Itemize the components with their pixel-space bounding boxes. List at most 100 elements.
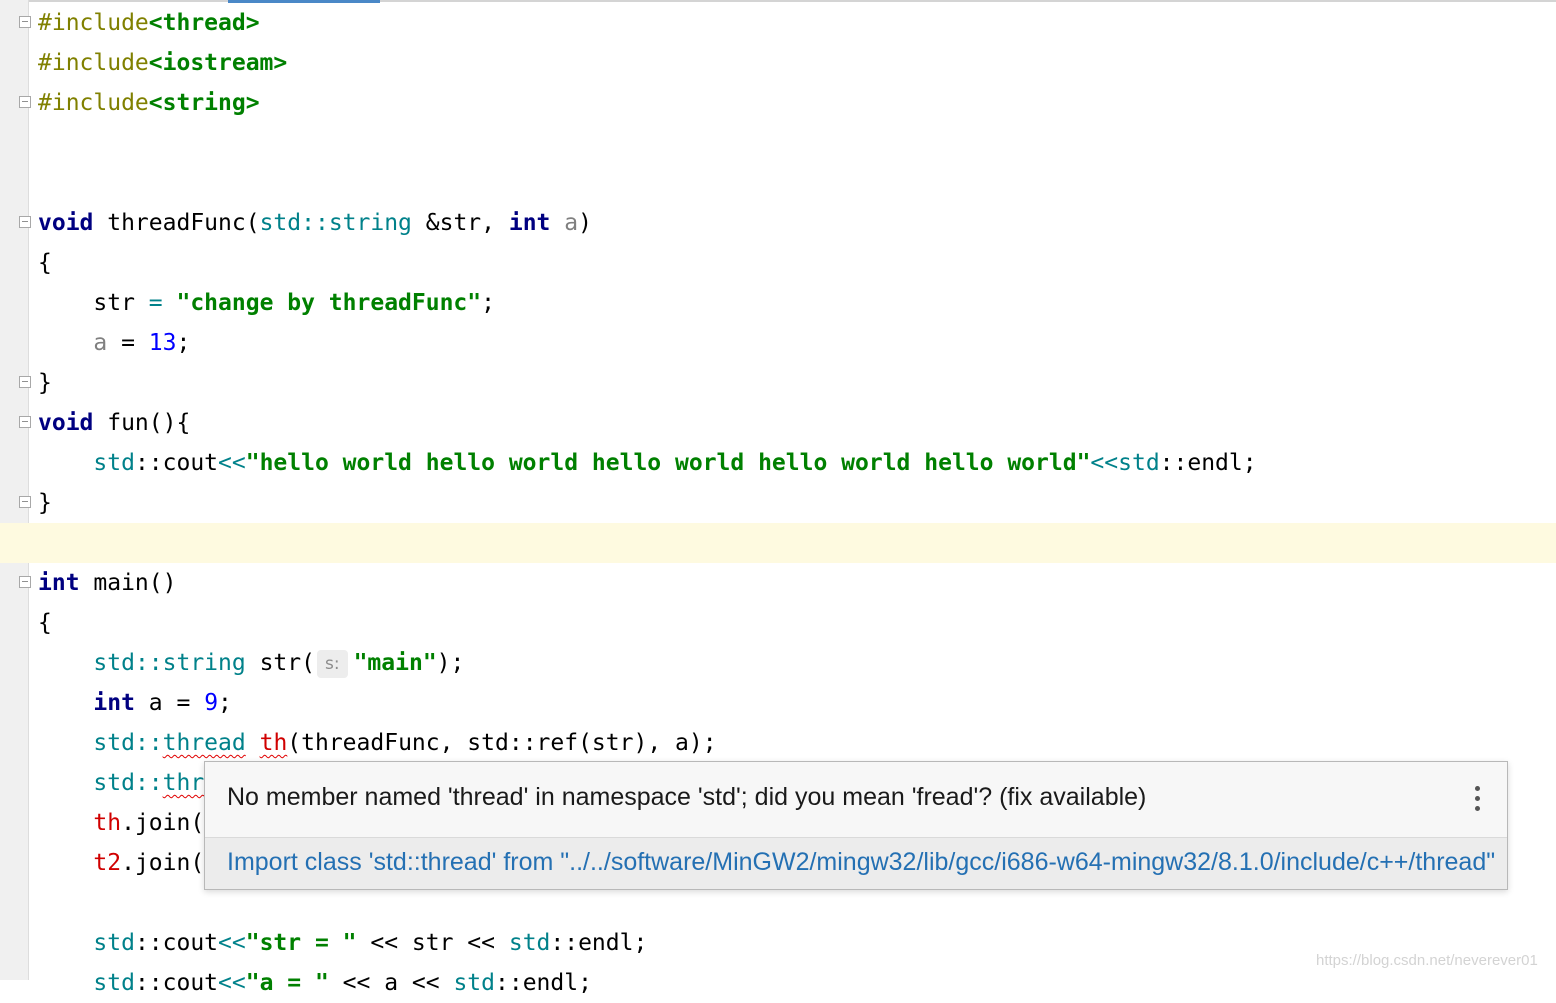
preprocessor-directive: #include xyxy=(38,50,149,76)
fold-collapse-icon[interactable] xyxy=(19,576,31,588)
namespace: std xyxy=(93,770,135,796)
namespace: std xyxy=(93,450,135,476)
code-line[interactable]: t2.join( xyxy=(38,843,204,883)
code-line[interactable]: int a = 9; xyxy=(38,683,232,723)
keyword: void xyxy=(38,210,94,236)
code-line[interactable]: #include<string> xyxy=(38,83,260,123)
code-text: main() xyxy=(79,570,177,596)
operator: = xyxy=(134,290,177,316)
namespace: std xyxy=(93,650,135,676)
code-text: fun(){ xyxy=(93,410,191,436)
error-message: No member named 'thread' in namespace 's… xyxy=(227,783,1147,811)
string-literal: "main" xyxy=(353,650,437,676)
code-text: .join( xyxy=(121,850,205,876)
code-line[interactable]: std::cout<<"a = " << a << std::endl; xyxy=(38,963,592,1003)
number-literal: 9 xyxy=(204,690,219,716)
more-actions-icon[interactable] xyxy=(1471,784,1485,814)
namespace: std xyxy=(508,930,551,956)
code-line[interactable]: } xyxy=(38,363,52,403)
code-line[interactable]: th.join( xyxy=(38,803,204,843)
code-line[interactable]: { xyxy=(38,603,52,643)
string-literal: "hello world hello world hello world hel… xyxy=(245,450,1091,476)
error-message-row: No member named 'thread' in namespace 's… xyxy=(205,762,1507,837)
keyword: int xyxy=(93,690,135,716)
string-literal: "change by threadFunc" xyxy=(176,290,482,316)
include-header: <iostream> xyxy=(148,50,288,76)
fold-collapse-icon[interactable] xyxy=(19,216,31,228)
namespace: std xyxy=(453,970,495,996)
parameter-hint: s: xyxy=(316,649,348,678)
code-text: &str, xyxy=(411,210,509,236)
type-name: string xyxy=(328,210,412,236)
namespace: std xyxy=(93,730,135,756)
error-squiggle[interactable]: thr xyxy=(163,770,205,796)
code-line[interactable]: std::string str(s: "main"); xyxy=(38,643,464,683)
variable: th xyxy=(93,810,122,836)
code-line[interactable]: #include<iostream> xyxy=(38,43,287,83)
namespace: std xyxy=(1118,450,1160,476)
code-text: .join( xyxy=(121,810,205,836)
code-line[interactable]: std::cout<<"hello world hello world hell… xyxy=(38,443,1257,483)
code-line[interactable]: std::thread th(threadFunc, std::ref(str)… xyxy=(38,723,717,763)
fold-collapse-icon[interactable] xyxy=(19,16,31,28)
code-text: str( xyxy=(245,650,315,676)
code-text: ::cout xyxy=(134,970,219,996)
code-text: } xyxy=(38,370,52,396)
scope-operator: :: xyxy=(134,770,163,796)
namespace: std xyxy=(93,970,135,996)
fold-end-icon[interactable] xyxy=(19,376,31,388)
string-literal: "str = " xyxy=(245,930,357,956)
code-text: ; xyxy=(176,330,191,356)
current-line-highlight xyxy=(0,523,1556,563)
error-squiggle[interactable]: thread xyxy=(163,730,246,756)
code-text: << str << xyxy=(356,930,509,956)
code-line[interactable]: int main() xyxy=(38,563,176,603)
type-name: string xyxy=(162,650,246,676)
preprocessor-directive: #include xyxy=(38,90,149,116)
quick-fix-action[interactable]: Import class 'std::thread' from "../../s… xyxy=(205,837,1507,889)
code-text: { xyxy=(38,610,52,636)
namespace: std xyxy=(93,930,135,956)
variable: str xyxy=(93,290,135,316)
number-literal: 13 xyxy=(148,330,177,356)
code-line[interactable]: #include<thread> xyxy=(38,3,260,43)
parameter: a xyxy=(93,330,108,356)
code-line[interactable]: void fun(){ xyxy=(38,403,190,443)
scope-operator: :: xyxy=(301,210,329,236)
code-text: << a << xyxy=(328,970,454,996)
keyword: void xyxy=(38,410,94,436)
code-text: ::endl; xyxy=(550,930,648,956)
operator: << xyxy=(218,450,246,476)
code-text: ::cout xyxy=(134,930,219,956)
scope-operator: :: xyxy=(134,730,163,756)
operator: << xyxy=(218,970,246,996)
code-line[interactable]: str = "change by threadFunc"; xyxy=(38,283,495,323)
code-text: ) xyxy=(578,210,592,236)
fold-end-icon[interactable] xyxy=(19,496,31,508)
code-line[interactable]: a = 13; xyxy=(38,323,190,363)
quick-fix-link[interactable]: Import class 'std::thread' from "../../s… xyxy=(227,848,1495,877)
code-text: (threadFunc, std::ref(str), a); xyxy=(287,730,717,756)
code-text: ); xyxy=(436,650,465,676)
code-line[interactable]: } xyxy=(38,483,52,523)
error-squiggle[interactable]: th xyxy=(260,730,288,756)
keyword: int xyxy=(38,570,80,596)
fold-collapse-icon[interactable] xyxy=(19,416,31,428)
editor-gutter xyxy=(0,0,29,980)
operator: = xyxy=(107,330,149,356)
code-text: threadFunc( xyxy=(93,210,260,236)
code-line[interactable]: std::thr xyxy=(38,763,204,803)
keyword: int xyxy=(508,210,551,236)
string-literal: "a = " xyxy=(245,970,329,996)
code-text: ; xyxy=(218,690,232,716)
code-text: } xyxy=(38,490,52,516)
scope-operator: :: xyxy=(134,650,163,676)
operator: << xyxy=(218,930,246,956)
fold-end-icon[interactable] xyxy=(19,96,31,108)
error-tooltip-popup: No member named 'thread' in namespace 's… xyxy=(204,761,1508,890)
code-line[interactable]: void threadFunc(std::string &str, int a) xyxy=(38,203,592,243)
code-text: ::endl; xyxy=(1159,450,1257,476)
code-line[interactable]: std::cout<<"str = " << str << std::endl; xyxy=(38,923,647,963)
code-line[interactable]: { xyxy=(38,243,52,283)
